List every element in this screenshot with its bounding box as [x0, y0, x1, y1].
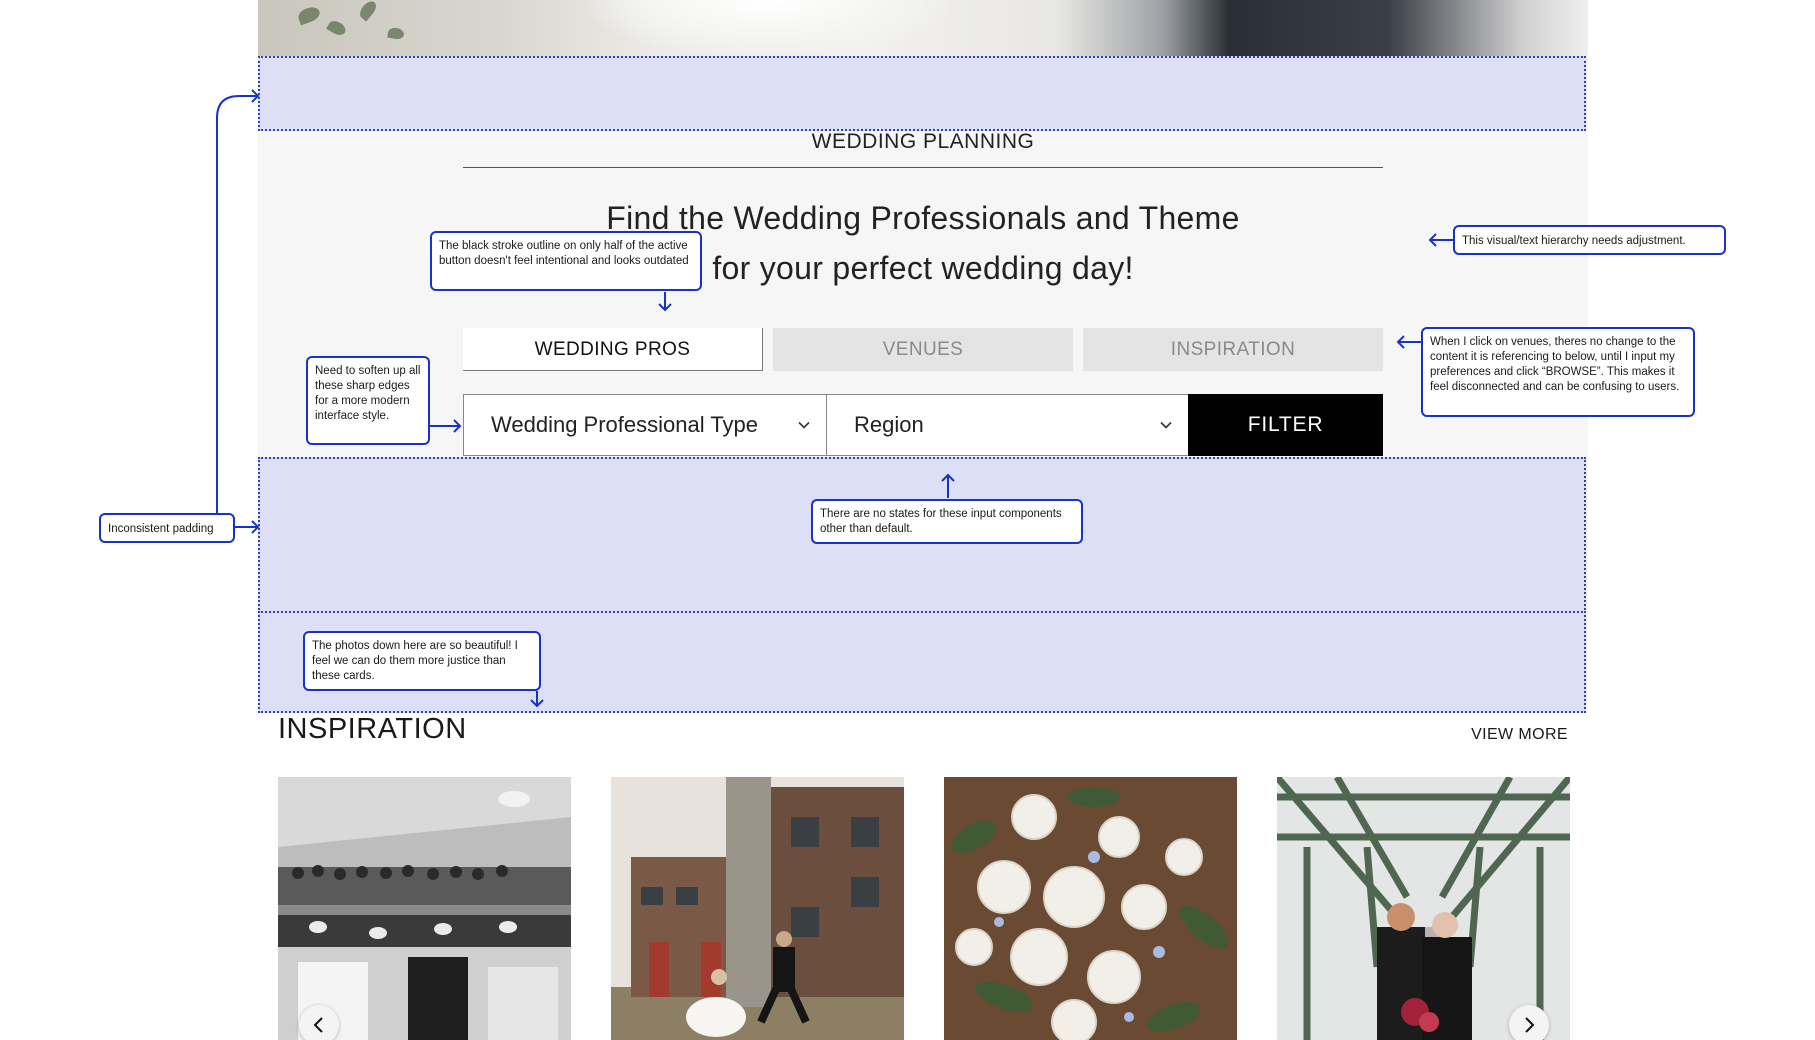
section-divider	[463, 167, 1383, 168]
factory-couple-photo	[611, 777, 904, 1040]
tab-inspiration[interactable]: INSPIRATION	[1083, 328, 1383, 371]
annotation-photo-cards: The photos down here are so beautiful! I…	[303, 631, 541, 691]
inspiration-card-ballroom[interactable]	[278, 777, 571, 1040]
annotation-inconsistent-padding: Inconsistent padding	[99, 513, 235, 543]
inspiration-card-factory[interactable]	[611, 777, 904, 1040]
annotation-text-hierarchy: This visual/text hierarchy needs adjustm…	[1453, 225, 1726, 255]
view-more-link[interactable]: VIEW MORE	[1471, 726, 1568, 744]
section-eyebrow: WEDDING PLANNING	[811, 130, 1035, 153]
chevron-down-icon	[798, 421, 810, 429]
bridge-couple-photo	[1277, 777, 1570, 1040]
select-label: Wedding Professional Type	[491, 412, 759, 437]
wedding-professional-type-select[interactable]: Wedding Professional Type	[463, 394, 827, 456]
region-select[interactable]: Region	[826, 394, 1189, 456]
inspiration-card-roses[interactable]	[944, 777, 1237, 1040]
filter-button[interactable]: FILTER	[1188, 394, 1383, 456]
chevron-down-icon	[1160, 421, 1172, 429]
tab-wedding-pros[interactable]: WEDDING PROS	[463, 328, 763, 371]
hero-photo	[258, 0, 1588, 56]
leaf-shape	[356, 0, 380, 22]
padding-highlight-top	[258, 56, 1586, 131]
white-roses-photo	[944, 777, 1237, 1040]
wedding-dress-shape	[588, 0, 948, 56]
leaf-shape	[296, 4, 322, 26]
chevron-left-icon	[313, 1017, 323, 1033]
leaf-shape	[326, 18, 348, 38]
select-label: Region	[854, 412, 924, 437]
carousel-next-button[interactable]	[1509, 1005, 1549, 1040]
tab-venues[interactable]: VENUES	[773, 328, 1073, 371]
annotation-input-states: There are no states for these input comp…	[811, 499, 1083, 544]
inspiration-title: INSPIRATION	[278, 713, 467, 745]
ballroom-photo	[278, 777, 571, 1040]
inspiration-card-bridge[interactable]	[1277, 777, 1570, 1040]
leaf-shape	[387, 26, 405, 41]
annotation-stroke-outline: The black stroke outline on only half of…	[430, 231, 702, 291]
carousel-prev-button[interactable]	[299, 1005, 339, 1040]
annotation-sharp-edges: Need to soften up all these sharp edges …	[306, 356, 430, 445]
annotation-venues-tab: When I click on venues, theres no change…	[1421, 327, 1695, 417]
chevron-right-icon	[1525, 1017, 1535, 1033]
